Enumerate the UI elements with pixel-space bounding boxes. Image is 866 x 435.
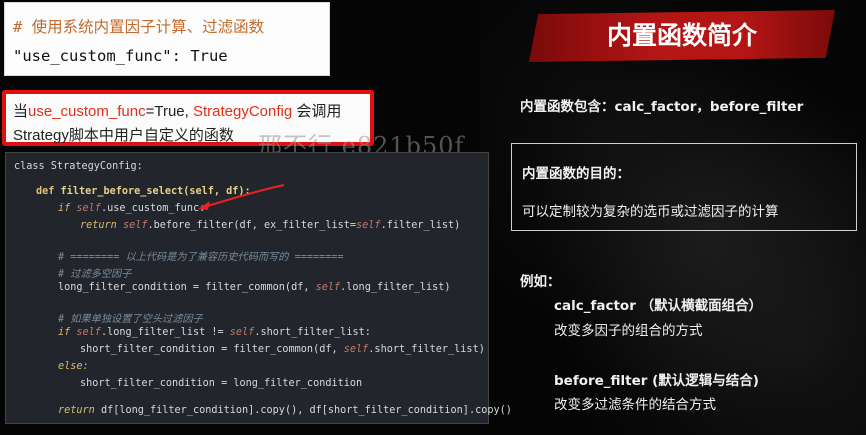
purpose-description: 可以定制较为复杂的选币或过滤因子的计算 xyxy=(522,204,779,220)
example-label: 例如： xyxy=(520,274,561,290)
code-token: .short_filter_list) xyxy=(368,344,485,355)
example-1-desc: 改变多因子的组合的方式 xyxy=(554,323,703,339)
config-snippet: # 使用系统内置因子计算、过滤函数 "use_custom_func": Tru… xyxy=(4,2,330,76)
kw-if: if xyxy=(58,203,77,214)
red-arrow-icon xyxy=(198,184,285,210)
note-suffix: 会调用 xyxy=(292,103,342,120)
attr-token: .use_custom_func: xyxy=(100,203,206,214)
note-highlight-func: use_custom_func xyxy=(28,103,146,120)
code-line-else: else: xyxy=(58,361,89,372)
code-line-class: class StrategyConfig: xyxy=(14,161,143,172)
code-token: .long_filter_list != xyxy=(100,327,230,338)
code-line-if-short: if self.long_filter_list != self.short_f… xyxy=(58,327,371,338)
builtin-functions-line: 内置函数包含：calc_factor，before_filter xyxy=(520,99,804,115)
code-comment-compat: # ======== 以上代码是为了兼容历史代码而写的 ======== xyxy=(58,252,344,263)
example-2-title: before_filter (默认逻辑与结合) xyxy=(554,373,759,389)
purpose-title: 内置函数的目的： xyxy=(522,166,630,182)
code-comment-short: # 如果单独设置了空头过滤因子 xyxy=(58,314,203,325)
code-token: long_filter_condition = filter_common(df… xyxy=(58,282,316,293)
call-token: .before_filter(df, ex_filter_list= xyxy=(147,220,357,231)
note-mid: =True, xyxy=(145,103,193,120)
note-line-1: 当use_custom_func=True, StrategyConfig 会调… xyxy=(13,100,341,121)
self-token: self xyxy=(343,344,369,355)
page-title: 内置函数简介 xyxy=(606,21,757,50)
code-token: .short_filter_list: xyxy=(254,327,371,338)
code-comment-filter: # 过滤多空因子 xyxy=(58,269,132,280)
note-line-2: Strategy脚本中用户自定义的函数 xyxy=(13,127,234,144)
snippet-key: "use_custom_func" xyxy=(13,47,172,65)
code-line-return-before: return self.before_filter(df, ex_filter_… xyxy=(80,220,460,231)
code-line-short-equals-long: short_filter_condition = long_filter_con… xyxy=(80,378,363,389)
kw-def: def xyxy=(36,186,61,197)
snippet-key-value: "use_custom_func": True xyxy=(13,47,228,65)
note-highlight-config: StrategyConfig xyxy=(192,103,293,120)
self-token: self xyxy=(122,220,148,231)
code-token: .long_filter_list) xyxy=(340,282,451,293)
note-prefix: 当 xyxy=(13,103,29,120)
example-1-title: calc_factor （默认横截面组合） xyxy=(554,298,763,314)
snippet-sep: : xyxy=(171,47,191,65)
code-line-return-final: return df[long_filter_condition].copy(),… xyxy=(58,405,512,416)
self-token: self xyxy=(356,220,381,231)
snippet-comment: # 使用系统内置因子计算、过滤函数 xyxy=(13,18,265,36)
kw-return: return xyxy=(58,405,101,416)
code-line-long-filter: long_filter_condition = filter_common(df… xyxy=(58,282,451,293)
code-line-short-filter: short_filter_condition = filter_common(d… xyxy=(80,344,485,355)
self-token: self xyxy=(229,327,255,338)
kw-if: if xyxy=(58,327,77,338)
self-token: self xyxy=(76,327,101,338)
example-2-desc: 改变多过滤条件的结合方式 xyxy=(554,397,716,413)
self-token: self xyxy=(76,203,101,214)
attr-token: .filter_list) xyxy=(380,220,461,231)
purpose-box: 内置函数的目的： 可以定制较为复杂的选币或过滤因子的计算 xyxy=(511,143,857,231)
snippet-value: True xyxy=(190,47,228,65)
kw-return: return xyxy=(80,220,123,231)
self-token: self xyxy=(315,282,341,293)
code-token: short_filter_condition = filter_common(d… xyxy=(80,344,344,355)
code-token: df[long_filter_condition].copy(), df[sho… xyxy=(100,405,512,416)
code-line-if-custom: if self.use_custom_func: xyxy=(58,203,205,214)
fn-name: filter_before_select xyxy=(60,186,184,197)
